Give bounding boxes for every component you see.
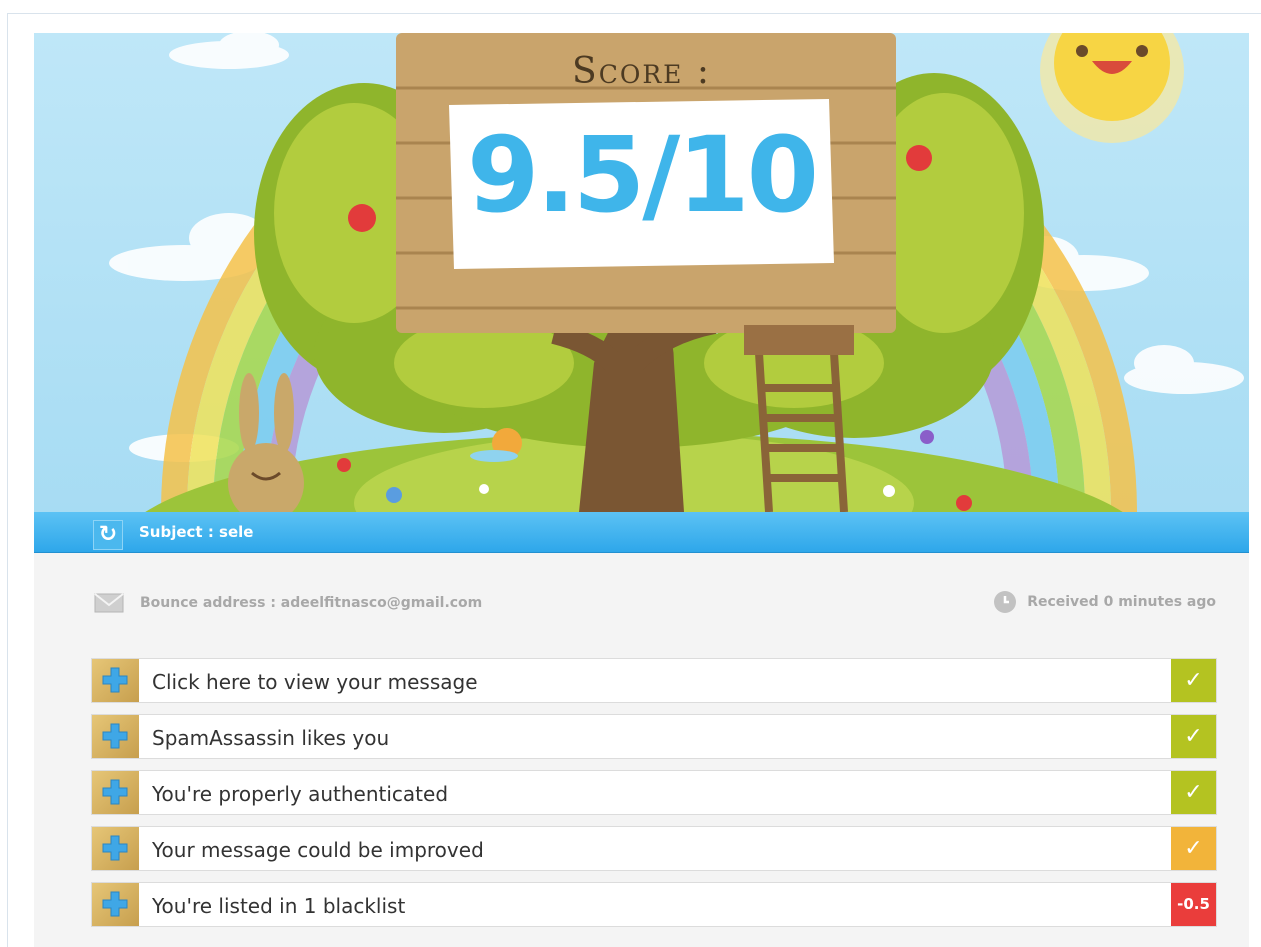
check-label: You're listed in 1 blacklist	[152, 894, 406, 918]
bounce-address-row: Bounce address : adeelfitnasco@gmail.com	[94, 593, 482, 613]
check-row-view-message[interactable]: Click here to view your message ✓	[91, 658, 1217, 703]
status-badge: ✓	[1171, 715, 1216, 758]
received-time: Received 0 minutes ago	[1027, 594, 1216, 610]
check-row-authentication[interactable]: You're properly authenticated ✓	[91, 770, 1217, 815]
bounce-address: Bounce address : adeelfitnasco@gmail.com	[140, 595, 483, 611]
status-badge: ✓	[1171, 827, 1216, 870]
plus-icon	[102, 835, 128, 861]
refresh-button[interactable]: ↻	[93, 520, 123, 550]
subject-bar: ↻ Subject : sele	[34, 512, 1249, 553]
check-row-blacklist[interactable]: You're listed in 1 blacklist -0.5	[91, 882, 1217, 927]
status-badge: ✓	[1171, 771, 1216, 814]
check-label: You're properly authenticated	[152, 782, 449, 806]
received-row: Received 0 minutes ago	[993, 590, 1216, 614]
expand-button[interactable]	[92, 771, 139, 814]
check-label: Your message could be improved	[152, 838, 484, 862]
expand-button[interactable]	[92, 715, 139, 758]
check-list: Click here to view your message ✓ SpamAs…	[91, 658, 1217, 938]
status-badge: -0.5	[1171, 883, 1216, 926]
expand-button[interactable]	[92, 827, 139, 870]
clock-icon	[994, 591, 1017, 613]
plus-icon	[102, 779, 128, 805]
results-panel: Bounce address : adeelfitnasco@gmail.com…	[34, 553, 1249, 947]
plus-icon	[102, 891, 128, 917]
refresh-icon: ↻	[98, 522, 118, 547]
subject-title: Subject : sele	[139, 523, 254, 541]
check-row-improvements[interactable]: Your message could be improved ✓	[91, 826, 1217, 871]
tree-house-scene	[109, 33, 1244, 512]
check-row-spamassassin[interactable]: SpamAssassin likes you ✓	[91, 714, 1217, 759]
score-hero-illustration: Score : 9.5/10	[34, 33, 1249, 512]
score-label: Score :	[572, 51, 711, 92]
mail-icon	[94, 593, 124, 613]
status-badge: ✓	[1171, 659, 1216, 702]
check-label: Click here to view your message	[152, 670, 478, 694]
expand-button[interactable]	[92, 883, 139, 926]
check-label: SpamAssassin likes you	[152, 726, 390, 750]
expand-button[interactable]	[92, 659, 139, 702]
plus-icon	[102, 667, 128, 693]
score-value: 9.5/10	[467, 114, 819, 236]
plus-icon	[102, 723, 128, 749]
